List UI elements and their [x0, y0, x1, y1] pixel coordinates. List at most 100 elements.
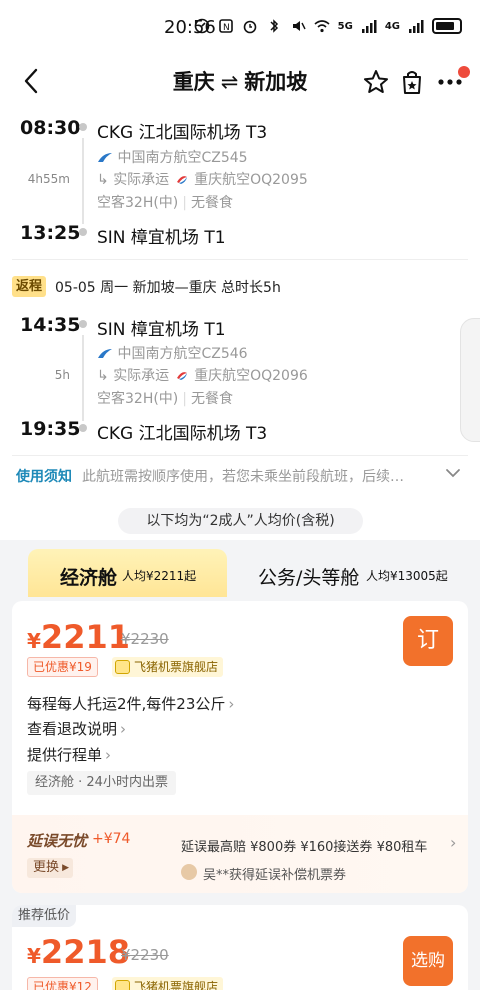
refund-rule-link[interactable]: 查看退改说明 ›	[27, 718, 126, 739]
discount-badge: 已优惠¥12	[27, 977, 98, 990]
currency-symbol: ¥	[27, 944, 41, 968]
delay-user-line: 吴**获得延误补偿机票券	[203, 868, 347, 883]
operated-prefix: 实际承运	[113, 368, 170, 384]
fare-price: ¥2218	[27, 933, 130, 971]
inbound-airline-row: 中国南方航空CZ546	[97, 343, 248, 363]
section-divider	[12, 259, 468, 260]
tab-economy-price: 人均¥2211起	[122, 569, 197, 583]
outbound-dep-time: 08:30	[20, 117, 81, 139]
bluetooth-icon	[270, 19, 278, 33]
original-price: ¥2230	[121, 630, 169, 648]
price-value: 2211	[40, 618, 130, 656]
fliggy-logo-icon	[115, 980, 130, 990]
outbound-meal: 无餐食	[190, 195, 233, 211]
chongqing-airlines-logo-icon	[176, 370, 187, 381]
delay-title: 延误无忧	[27, 832, 88, 850]
avatar	[181, 864, 197, 880]
discount-badge: 已优惠¥19	[27, 657, 98, 677]
status-icons: N 5G 4G	[194, 18, 462, 34]
inbound-arr-time: 19:35	[20, 418, 81, 440]
timeline-dot	[79, 320, 87, 328]
notice-text: 此航班需按顺序使用，若您未乘坐前段航班，后续…	[82, 469, 404, 485]
timeline-dot	[79, 123, 87, 131]
nfc-icon: N	[218, 19, 233, 33]
speed-icon	[194, 18, 209, 34]
outbound-airline: 中国南方航空CZ545	[117, 150, 248, 166]
chevron-right-icon: ›	[120, 720, 127, 738]
itinerary-link[interactable]: 提供行程单 ›	[27, 744, 111, 765]
timeline-line	[82, 138, 84, 224]
cabin-info-tag: 经济舱 · 24小时内出票	[27, 771, 176, 795]
side-drawer-handle[interactable]	[460, 318, 480, 442]
outbound-operator-row: ↳ 实际承运 重庆航空OQ2095	[97, 169, 308, 189]
inbound-airline: 中国南方航空CZ546	[117, 346, 248, 362]
inbound-operator-row: ↳ 实际承运 重庆航空OQ2096	[97, 365, 308, 385]
route-destination: 新加坡	[244, 70, 308, 94]
operated-prefix: 实际承运	[113, 172, 170, 188]
inbound-arr-airport: CKG 江北国际机场 T3	[97, 424, 268, 444]
route-origin: 重庆	[172, 70, 215, 94]
svg-text:N: N	[223, 23, 230, 33]
china-southern-logo-icon	[98, 153, 112, 162]
chevron-right-icon: ›	[228, 695, 235, 713]
return-badge: 返程	[12, 276, 46, 297]
outbound-arr-time: 13:25	[20, 222, 81, 244]
tab-business-label[interactable]: 公务/头等舱	[258, 563, 359, 590]
network-4g-label: 4G	[384, 20, 400, 32]
delay-change-button[interactable]: 更换 ▶	[27, 858, 74, 878]
wifi-icon	[314, 20, 330, 33]
inbound-dep-airport: SIN 樟宜机场 T1	[97, 320, 226, 340]
original-price: ¥2230	[121, 946, 169, 964]
china-southern-logo-icon	[98, 349, 112, 358]
inbound-meal: 无餐食	[190, 391, 233, 407]
refund-text: 查看退改说明	[27, 720, 118, 738]
delay-price: +¥74	[92, 831, 131, 847]
fare-price: ¥2211	[27, 618, 130, 656]
inbound-operator: 重庆航空OQ2096	[194, 368, 308, 384]
outbound-dep-airport: CKG 江北国际机场 T3	[97, 123, 268, 143]
operated-arrow-icon: ↳	[97, 172, 109, 188]
delay-change-label: 更换	[33, 860, 60, 875]
recommend-tag: 推荐低价	[12, 905, 77, 927]
chevron-down-icon[interactable]	[444, 464, 462, 482]
favorite-star-icon[interactable]	[362, 68, 390, 96]
inbound-dep-time: 14:35	[20, 314, 81, 336]
baggage-text: 每程每人托运2件,每件23公斤	[27, 695, 226, 713]
signal-5g-icon	[361, 20, 377, 33]
inbound-duration: 5h	[54, 368, 70, 382]
chevron-right-icon: ›	[105, 746, 112, 764]
price-value: 2218	[40, 933, 130, 971]
network-5g-label: 5G	[337, 20, 353, 32]
alarm-icon	[243, 20, 256, 34]
outbound-arr-airport: SIN 樟宜机场 T1	[97, 228, 226, 248]
fliggy-logo-icon	[115, 660, 130, 674]
delay-description: 延误最高赔 ¥800券 ¥160接送券 ¥80租车	[181, 840, 428, 855]
timeline-dot	[79, 424, 87, 432]
itinerary-text: 提供行程单	[27, 746, 103, 764]
book-button[interactable]: 订	[403, 616, 453, 666]
notification-dot	[458, 66, 470, 78]
outbound-duration: 4h55m	[27, 172, 70, 186]
select-buy-button[interactable]: 选购	[403, 936, 453, 986]
signal-4g-icon	[409, 20, 424, 33]
timeline-dot	[79, 228, 87, 236]
currency-symbol: ¥	[27, 629, 41, 653]
tab-business-price[interactable]: 人均¥13005起	[366, 567, 448, 584]
outbound-aircraft: 空客32H(中)	[97, 195, 179, 211]
return-info: 05-05 周一 新加坡—重庆 总时长5h	[55, 280, 281, 296]
caret-right-icon: ▶	[62, 863, 70, 873]
inbound-aircraft-row: 空客32H(中) | 无餐食	[97, 391, 233, 407]
tab-economy-label: 经济舱	[60, 567, 118, 589]
timeline-line	[82, 335, 84, 421]
outbound-operator: 重庆航空OQ2095	[194, 172, 308, 188]
shopping-bag-icon[interactable]	[398, 68, 426, 96]
baggage-rule[interactable]: 每程每人托运2件,每件23公斤 ›	[27, 693, 234, 714]
notice-label: 使用须知	[16, 469, 72, 485]
mute-icon	[292, 21, 306, 31]
inbound-aircraft: 空客32H(中)	[97, 391, 179, 407]
outbound-aircraft-row: 空客32H(中) | 无餐食	[97, 195, 233, 211]
battery-icon	[432, 18, 462, 34]
operated-arrow-icon: ↳	[97, 368, 109, 384]
chevron-right-icon[interactable]: ›	[450, 833, 456, 852]
route-swap-arrow: ⇌	[220, 70, 239, 94]
